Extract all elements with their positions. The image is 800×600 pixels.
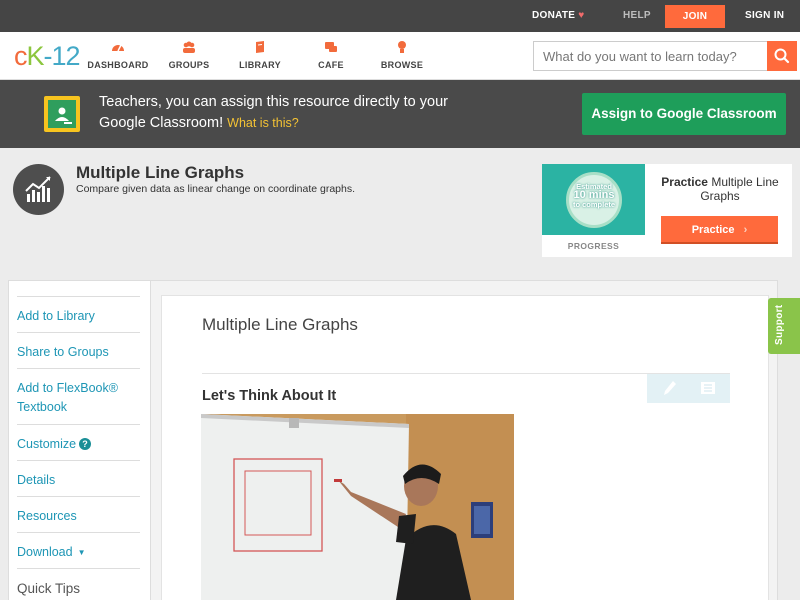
caret-down-icon: ▼ [77,548,86,557]
sidebar-item-add-to-library[interactable]: Add to Library [17,296,140,326]
google-classroom-banner: Teachers, you can assign this resource d… [0,80,800,148]
search-box [533,41,797,71]
support-tab[interactable]: Support [768,298,800,354]
help-link[interactable]: HELP [623,0,651,32]
whiteboard-photo [201,414,514,600]
main-nav: cK-12 DASHBOARD GROUPS LIBRARY CAFE BROW… [0,32,800,80]
chevron-right-icon: › [743,224,748,236]
library-icon [256,41,264,53]
nav-library[interactable]: LIBRARY [225,40,295,70]
pencil-icon[interactable] [663,380,677,396]
resource-sidebar: Add to Library Share to Groups Add to Fl… [8,280,150,600]
sidebar-item-share-to-groups[interactable]: Share to Groups [17,332,140,362]
concept-subtitle: Compare given data as linear change on c… [76,183,356,195]
heart-icon: ♥ [578,10,585,21]
browse-icon [398,41,406,53]
dashboard-icon [112,44,124,52]
practice-card: Estimated 10 mins to complete PROGRESS P… [542,164,792,257]
groups-icon [183,41,195,53]
help-icon[interactable]: ? [79,438,92,450]
banner-message: Teachers, you can assign this resource d… [99,94,448,131]
practice-title: Practice Multiple Line Graphs [661,175,779,203]
notes-icon[interactable] [701,382,715,394]
nav-groups-label: GROUPS [168,60,210,70]
ck12-logo[interactable]: cK-12 [14,41,81,71]
nav-dashboard-label: DASHBOARD [87,60,149,70]
search-icon [774,48,790,64]
nav-browse-label: BROWSE [380,60,424,70]
join-button[interactable]: JOIN [665,5,725,28]
assign-google-classroom-button[interactable]: Assign to Google Classroom [582,93,786,135]
section-heading: Let's Think About It [202,388,337,404]
sidebar-item-download[interactable]: Download ▼ [17,532,140,562]
search-input[interactable] [534,42,764,70]
quick-tips-heading: Quick Tips [17,568,140,598]
concept-title: Multiple Line Graphs [76,163,245,182]
nav-browse[interactable]: BROWSE [367,40,437,70]
sidebar-item-resources[interactable]: Resources [17,496,140,526]
sidebar-item-add-to-flexbook[interactable]: Add to FlexBook® Textbook [17,368,140,417]
sidebar-item-customize[interactable]: Customize? [17,424,140,454]
donate-label: DONATE [532,10,576,21]
nav-cafe-label: CAFE [318,60,344,70]
progress-estimate: Estimated 10 mins to complete [572,182,616,209]
support-label: Support [774,304,785,345]
progress-badge: Estimated 10 mins to complete [542,164,645,235]
practice-button[interactable]: Practice › [661,216,778,244]
sidebar-item-details[interactable]: Details [17,460,140,490]
nav-library-label: LIBRARY [239,60,281,70]
what-is-this-link[interactable]: What is this? [227,116,299,130]
google-classroom-icon [44,96,80,132]
content-title: Multiple Line Graphs [202,315,358,334]
progress-label: PROGRESS [567,241,620,251]
cafe-icon [325,42,337,52]
donate-link[interactable]: DONATE ♥ [532,0,585,32]
nav-cafe[interactable]: CAFE [296,40,366,70]
nav-groups[interactable]: GROUPS [154,40,224,70]
annotation-toolbar [647,374,730,403]
top-bar: DONATE ♥ HELP JOIN SIGN IN [0,0,800,32]
search-button[interactable] [767,41,797,71]
nav-dashboard[interactable]: DASHBOARD [83,40,153,70]
sign-in-link[interactable]: SIGN IN [745,0,784,32]
line-graph-icon [13,164,64,215]
